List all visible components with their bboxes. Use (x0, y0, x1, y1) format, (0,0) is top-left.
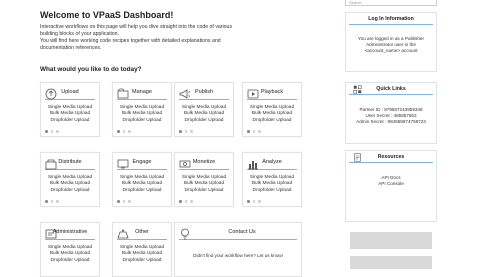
intro-line: Interactive workflows on this page will … (40, 24, 233, 30)
carousel-dot[interactable] (122, 200, 125, 203)
carousel-dots (179, 200, 193, 203)
banner-placeholder (350, 256, 432, 269)
carousel-dot[interactable] (45, 200, 48, 203)
carousel-dot[interactable] (50, 130, 53, 133)
carousel-dot[interactable] (184, 130, 187, 133)
card-publish[interactable]: Publish Single Media Upload Bulk Media U… (174, 82, 234, 137)
carousel-dot[interactable] (184, 200, 187, 203)
card-title: Engage (132, 159, 152, 165)
link-api-console[interactable]: API Console (349, 181, 433, 187)
page-title: Welcome to VPaaS Dashboard! (40, 10, 174, 20)
card-playback[interactable]: Playback Single Media Upload Bulk Media … (242, 82, 302, 137)
card-upload[interactable]: Upload Single Media Upload Bulk Media Up… (40, 82, 100, 137)
link-dropfolder-upload[interactable]: Dropfolder Upload (243, 118, 301, 124)
banner-placeholder (350, 232, 432, 249)
login-info-panel: Log In Information You are logged in as … (345, 12, 437, 72)
carousel-dots (45, 200, 59, 203)
carousel-dots (117, 200, 131, 203)
link-dropfolder-upload[interactable]: Dropfolder Upload (175, 188, 233, 194)
carousel-dot[interactable] (190, 130, 193, 133)
link-dropfolder-upload[interactable]: Dropfolder Upload (175, 118, 233, 124)
card-distribute[interactable]: Distribute Single Media Upload Bulk Medi… (40, 152, 100, 207)
carousel-dot[interactable] (128, 200, 131, 203)
link-dropfolder-upload[interactable]: Dropfolder Upload (41, 258, 99, 264)
carousel-dot[interactable] (179, 200, 182, 203)
carousel-dots (45, 130, 59, 133)
intro-line: You will find here working code recipes … (40, 38, 221, 44)
card-title: Playback (260, 89, 284, 95)
carousel-dot[interactable] (252, 200, 255, 203)
card-title: Upload (61, 89, 79, 95)
link-dropfolder-upload[interactable]: Dropfolder Upload (113, 188, 171, 194)
card-title: Publish (194, 89, 214, 95)
intro-line: building blocks of your application. (40, 31, 120, 37)
intro-line: documentation references. (40, 45, 102, 51)
link-dropfolder-upload[interactable]: Dropfolder Upload (41, 118, 99, 124)
carousel-dot[interactable] (252, 130, 255, 133)
login-line: <account_name> account (364, 48, 418, 53)
quick-links-panel: Quick Links Partner ID : 879587243959348… (345, 82, 437, 144)
card-title: Analyze (262, 159, 282, 165)
carousel-dots (247, 130, 261, 133)
card-title: Administrative (52, 229, 88, 235)
intro-text: Interactive workflows on this page will … (40, 24, 250, 52)
panel-title: Resources (377, 154, 405, 160)
card-engage[interactable]: Engage Single Media Upload Bulk Media Up… (112, 152, 172, 207)
card-title: Manage (132, 89, 152, 95)
lightbulb-icon (181, 228, 189, 240)
card-title: Monetize (192, 159, 216, 165)
carousel-dot[interactable] (45, 130, 48, 133)
carousel-dot[interactable] (258, 130, 261, 133)
carousel-dots (179, 130, 193, 133)
card-monetize[interactable]: Monetize Single Media Upload Bulk Media … (174, 152, 234, 207)
carousel-dot[interactable] (122, 130, 125, 133)
card-title: Other (135, 229, 149, 235)
document-icon (354, 153, 361, 162)
search-input[interactable]: Search (345, 0, 437, 6)
carousel-dot[interactable] (128, 130, 131, 133)
contact-text[interactable]: Didn't find your workflow here? Let us k… (175, 253, 301, 258)
card-manage[interactable]: Manage Single Media Upload Bulk Media Up… (112, 82, 172, 137)
sidebar: Search Log In Information You are logged… (342, 0, 442, 269)
carousel-dot[interactable] (50, 200, 53, 203)
carousel-dot[interactable] (117, 130, 120, 133)
link-dropfolder-upload[interactable]: Dropfolder Upload (113, 258, 171, 264)
main-content: Welcome to VPaaS Dashboard! Interactive … (0, 0, 340, 277)
carousel-dot[interactable] (117, 200, 120, 203)
carousel-dot[interactable] (56, 200, 59, 203)
panel-title: Log In Information (349, 13, 433, 25)
card-analyze[interactable]: Analyze Single Media Upload Bulk Media U… (242, 152, 302, 207)
admin-secret: Admin Secret : 984559874758723 (356, 119, 426, 124)
carousel-dot[interactable] (258, 200, 261, 203)
settings-icon (353, 85, 362, 94)
panel-title: Quick Links (376, 86, 406, 92)
carousel-dots (117, 130, 131, 133)
card-title: Contact Us (228, 229, 256, 235)
link-dropfolder-upload[interactable]: Dropfolder Upload (113, 118, 171, 124)
section-heading: What would you like to do today? (40, 66, 142, 73)
carousel-dot[interactable] (247, 130, 250, 133)
card-title: Distribute (58, 159, 82, 165)
link-dropfolder-upload[interactable]: Dropfolder Upload (41, 188, 99, 194)
carousel-dots (247, 200, 261, 203)
link-dropfolder-upload[interactable]: Dropfolder Upload (243, 188, 301, 194)
carousel-dot[interactable] (56, 130, 59, 133)
carousel-dot[interactable] (247, 200, 250, 203)
carousel-dot[interactable] (179, 130, 182, 133)
carousel-dot[interactable] (190, 200, 193, 203)
resources-panel: Resources API Docs API Console (345, 150, 437, 222)
